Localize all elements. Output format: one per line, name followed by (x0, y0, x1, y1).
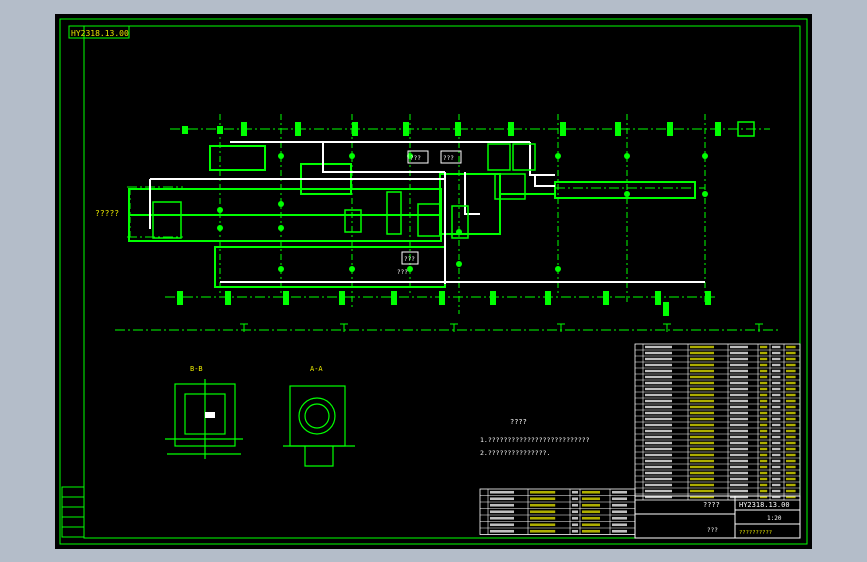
pipe-joints (217, 153, 708, 272)
note-1: 1.?????????????????????????? (480, 436, 590, 444)
label-b: ??? (443, 155, 454, 162)
note-2: 2.???????????????. (480, 449, 550, 457)
section-bb-title: B-B (190, 365, 203, 373)
title-bottom: ??? (707, 527, 718, 534)
bom-table (634, 343, 801, 501)
drawing-canvas: HY2318.13.00 ????? ??? ??? ??? ??? B-B A… (59, 18, 808, 545)
label-a: ??? (410, 155, 421, 162)
t-marks (240, 323, 763, 332)
section-aa-title: A-A (310, 365, 323, 373)
lower-parts-table (479, 488, 636, 535)
support-brackets-bottom (177, 291, 711, 316)
title-code: HY2318.13.00 (739, 501, 790, 509)
section-bb-view (165, 379, 243, 459)
section-bb-marker (205, 412, 215, 418)
title-name: ???? (703, 501, 720, 509)
scale-text: 1:20 (767, 515, 782, 522)
notes-title: ???? (510, 418, 527, 426)
left-label: ????? (95, 209, 119, 218)
pipe-frame (128, 145, 696, 288)
label-d: ??? (397, 269, 408, 276)
cad-drawing-sheet: HY2318.13.00 ????? ??? ??? ??? ??? B-B A… (55, 14, 812, 549)
left-binding-strip (61, 486, 85, 538)
section-aa-view (283, 385, 355, 467)
label-c: ??? (404, 256, 415, 263)
title-company: ?????????? (739, 530, 772, 536)
stamp-text: HY2318.13.00 (71, 29, 129, 38)
